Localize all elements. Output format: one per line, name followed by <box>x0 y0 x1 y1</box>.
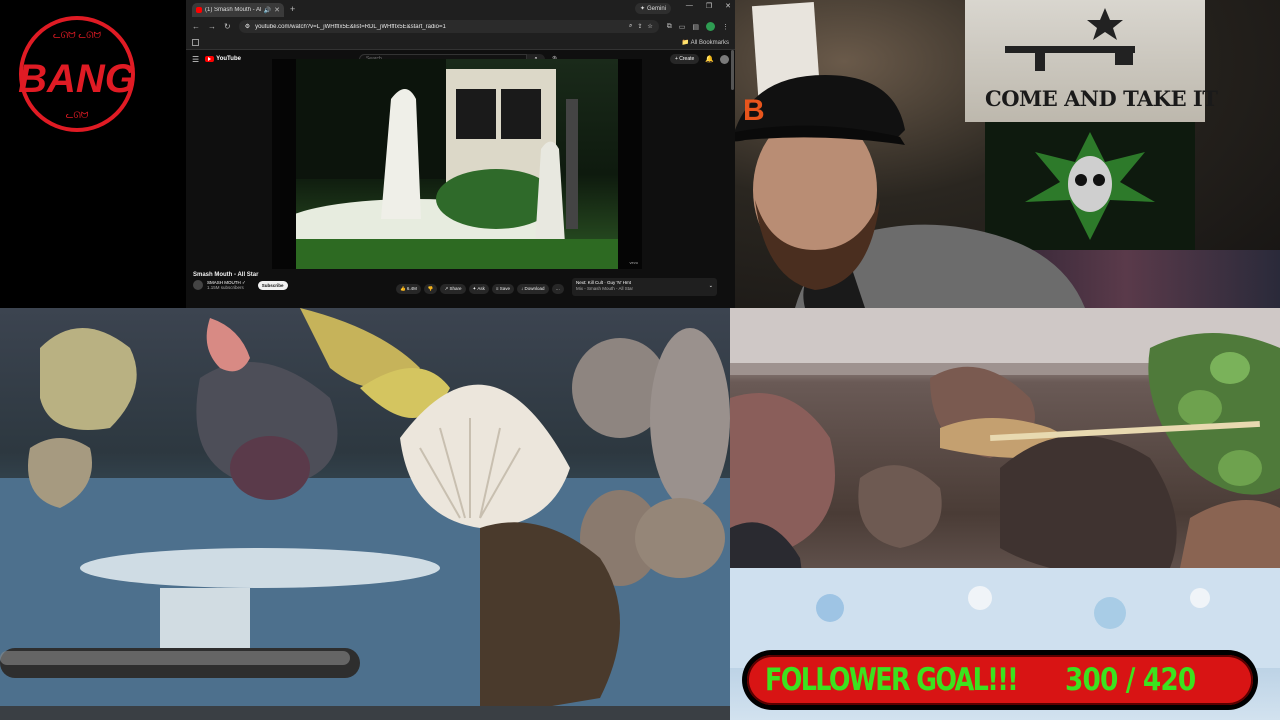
zoom-icon[interactable]: ⌕ <box>629 23 632 30</box>
window-controls: — ❐ ✕ <box>686 2 731 10</box>
more-actions-button[interactable]: … <box>551 284 565 294</box>
video-actions: 👍 6.4M 👎 ↗ Share ✦ Ask ≡ Save ↓ Download… <box>396 284 565 294</box>
logo-arc-bottom: ᓚᘏᗢ <box>66 111 89 121</box>
youtube-page: ☰ YouTube Search ⌕ 🎙 + Create 🔔 <box>186 50 735 308</box>
new-tab-button[interactable]: + <box>290 4 295 14</box>
page-scrollbar[interactable] <box>731 50 734 90</box>
create-button[interactable]: + Create <box>669 54 700 64</box>
cast-icon[interactable]: ▤ <box>692 23 699 31</box>
webcam-feed: COME AND TAKE IT B <box>735 0 1280 308</box>
save-label: Save <box>499 286 510 291</box>
notifications-bell-icon[interactable]: 🔔 <box>705 55 714 63</box>
follower-goal-label: FOLLOWER GOAL!!! <box>765 662 1019 698</box>
follower-goal-bar: FOLLOWER GOAL!!! 300 / 420 <box>747 655 1253 705</box>
close-window-icon[interactable]: ✕ <box>725 2 731 10</box>
profile-avatar[interactable] <box>706 22 715 31</box>
url-omnibox[interactable]: ⚙ youtube.com/watch?v=L_jWHffIx5E&list=R… <box>238 20 659 33</box>
back-icon[interactable]: ← <box>192 22 200 31</box>
streamer-person: B <box>735 75 1085 308</box>
like-count: 6.4M <box>406 286 417 291</box>
channel-avatar[interactable] <box>193 280 203 290</box>
bookmarks-bar: 📁 All Bookmarks <box>186 36 735 50</box>
video-frame-statues <box>296 59 618 269</box>
hamburger-menu-icon[interactable]: ☰ <box>192 55 199 64</box>
url-text[interactable]: youtube.com/watch?v=L_jWHffIx5E&list=RDL… <box>255 24 624 30</box>
gemini-button[interactable]: ✦ Gemini <box>634 3 671 14</box>
user-avatar[interactable] <box>720 54 729 64</box>
chevron-down-icon[interactable]: ⌄ <box>709 283 713 289</box>
reload-icon[interactable]: ↻ <box>224 22 231 31</box>
logo-panel: ᓚᘏᗢ ᓚᘏᗢ BANG ᓚᘏᗢ <box>0 0 186 308</box>
logo-text: BANG <box>18 57 136 101</box>
up-next-card[interactable]: Next: Kill Cult · Guy 'N' Hmt Mix - Smas… <box>572 278 717 296</box>
save-button[interactable]: ≡ Save <box>491 284 514 294</box>
share-label: Share <box>449 286 462 291</box>
channel-subs: 1.15M subscribers <box>207 285 244 290</box>
address-bar-row: ← → ↻ ⚙ youtube.com/watch?v=L_jWHffIx5E&… <box>186 17 735 36</box>
speaker-icon[interactable]: 🔊 <box>264 7 271 14</box>
bookmark-star-icon[interactable]: ☆ <box>647 23 652 30</box>
apps-grid-icon[interactable] <box>192 39 199 46</box>
aquarium-left-scene <box>0 308 730 720</box>
restore-icon[interactable]: ❐ <box>706 2 712 10</box>
aquarium-cam-left <box>0 308 730 720</box>
subscribe-button[interactable]: Subscribe <box>257 280 288 290</box>
dislike-button[interactable]: 👎 <box>423 284 438 294</box>
youtube-play-icon <box>205 56 215 62</box>
video-title: Smash Mouth - All Star <box>193 272 259 278</box>
logo-arc-top: ᓚᘏᗢ ᓚᘏᗢ <box>53 31 102 41</box>
close-tab-icon[interactable]: ✕ <box>274 6 280 14</box>
channel-row: SMASH MOUTH ✓ 1.15M subscribers Subscrib… <box>193 280 288 290</box>
gemini-icon: ✦ <box>639 6 645 12</box>
tab-title: (1) Smash Mouth - All Star <box>205 7 261 13</box>
channel-info: SMASH MOUTH ✓ 1.15M subscribers <box>207 280 246 290</box>
browser-window: (1) Smash Mouth - All Star 🔊 ✕ + ✦ Gemin… <box>186 0 735 308</box>
download-label: Download <box>524 286 545 291</box>
download-button[interactable]: ↓ Download <box>516 284 549 294</box>
youtube-logo-text: YouTube <box>216 56 241 62</box>
share-button[interactable]: ↗ Share <box>440 284 466 294</box>
svg-text:B: B <box>743 94 765 127</box>
follower-goal-count: 300 / 420 <box>1064 662 1196 698</box>
side-panel-icon[interactable]: ▭ <box>679 23 686 31</box>
next-subtitle: Mix - Smash Mouth - All Star <box>576 286 634 291</box>
youtube-favicon-icon <box>196 7 202 13</box>
video-watermark: vevo <box>629 260 638 265</box>
bang-logo: ᓚᘏᗢ ᓚᘏᗢ BANG ᓚᘏᗢ <box>18 16 136 132</box>
ask-button[interactable]: ✦ Ask <box>468 284 489 294</box>
forward-icon[interactable]: → <box>208 22 216 31</box>
youtube-logo[interactable]: YouTube <box>205 56 241 62</box>
all-bookmarks-label: All Bookmarks <box>690 40 729 46</box>
browser-tab[interactable]: (1) Smash Mouth - All Star 🔊 ✕ <box>192 3 284 17</box>
site-info-icon[interactable]: ⚙ <box>245 23 250 30</box>
extensions-icon[interactable]: ⧉ <box>667 23 672 31</box>
ask-label: Ask <box>477 286 485 291</box>
tab-bar: (1) Smash Mouth - All Star 🔊 ✕ + ✦ Gemin… <box>186 0 735 17</box>
follower-goal-widget: FOLLOWER GOAL!!! 300 / 420 <box>742 650 1258 710</box>
gemini-label: Gemini <box>646 5 666 12</box>
share-icon[interactable]: ⇪ <box>637 23 642 30</box>
minimize-icon[interactable]: — <box>686 2 693 10</box>
all-bookmarks[interactable]: 📁 All Bookmarks <box>682 39 729 46</box>
video-player[interactable]: vevo <box>272 59 642 269</box>
next-title: Next: Kill Cult · Guy 'N' Hmt <box>576 280 631 285</box>
menu-icon[interactable]: ⋮ <box>722 23 729 31</box>
toolbar-icons: ⧉ ▭ ▤ ⋮ <box>667 22 729 31</box>
like-button[interactable]: 👍 6.4M <box>396 284 421 294</box>
youtube-header-right: + Create 🔔 <box>669 54 729 64</box>
create-label: Create <box>679 56 695 62</box>
